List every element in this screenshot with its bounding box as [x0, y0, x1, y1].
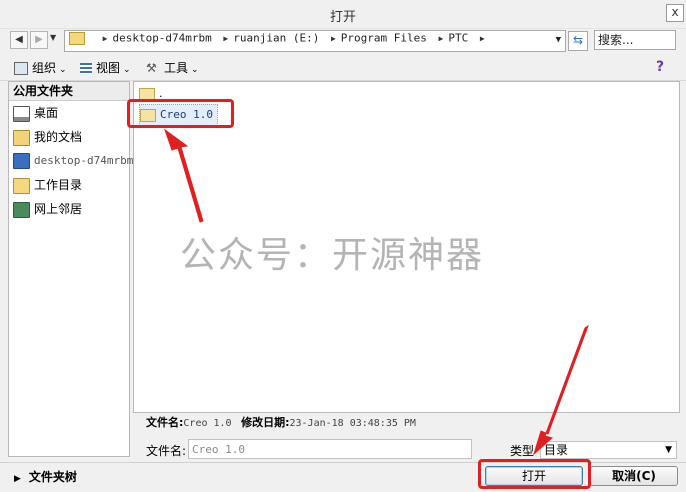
annotation-arrow-open — [533, 324, 590, 456]
annotation-arrows — [163, 128, 590, 456]
annotation-arrow-folder — [163, 128, 204, 223]
